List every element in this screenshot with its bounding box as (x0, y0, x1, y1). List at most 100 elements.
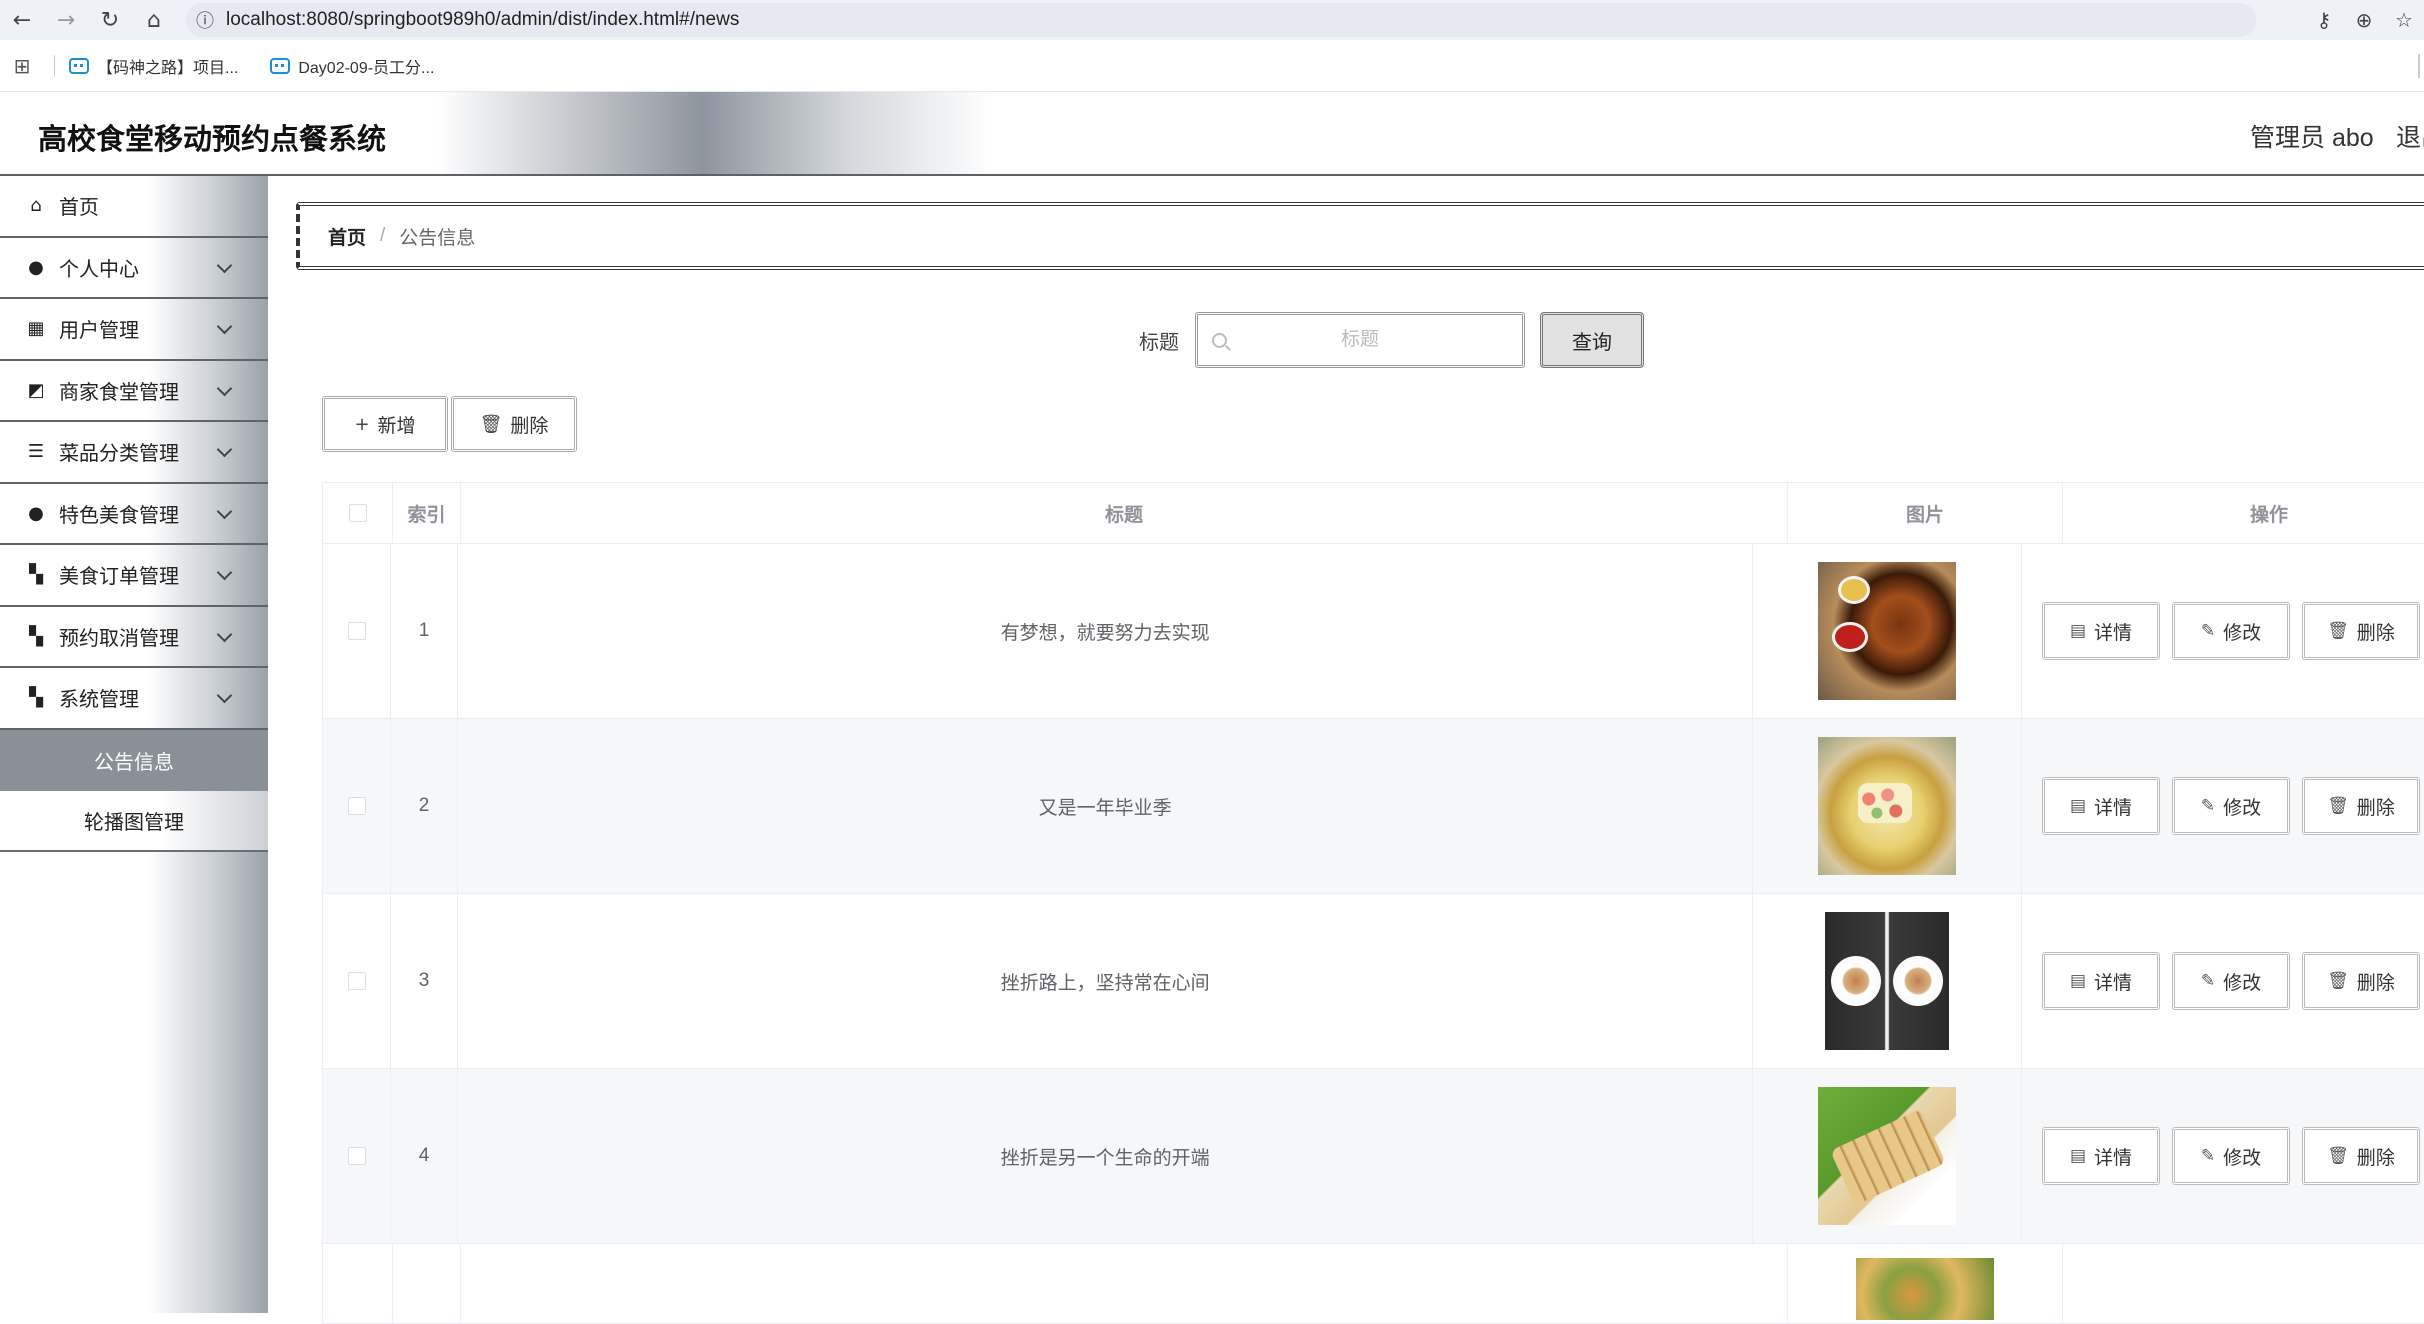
sidebar-item-label: 个人中心 (59, 258, 139, 281)
row-actions (2063, 1244, 2424, 1324)
plate-image (1831, 956, 1882, 1006)
sidebar-item-specialty-food[interactable]: ● 特色美食管理 (0, 484, 268, 545)
sidebar-item-reservation-cancel[interactable]: ▚ 预约取消管理 (0, 607, 268, 668)
row-checkbox[interactable] (347, 1147, 366, 1165)
site-info-icon[interactable]: ⓘ (196, 7, 226, 33)
browser-toolbar: ← → ↻ ⌂ ⓘ localhost:8080/springboot989h0… (0, 0, 2424, 40)
food-thumbnail[interactable] (1818, 562, 1957, 700)
edit-label: 修改 (2223, 1147, 2262, 1169)
row-checkbox[interactable] (347, 972, 366, 990)
bookmark-divider (54, 54, 55, 77)
sidebar-item-food-orders[interactable]: ▚ 美食订单管理 (0, 545, 268, 607)
row-index: 1 (391, 544, 458, 719)
back-arrow-icon[interactable]: ← (0, 0, 44, 40)
apps-grid-icon[interactable]: ⊞ (0, 54, 44, 78)
row-index: 3 (391, 894, 458, 1069)
reload-icon[interactable]: ↻ (88, 0, 132, 40)
sidebar-subitem-carousel[interactable]: 轮播图管理 (0, 790, 268, 852)
edit-button[interactable]: ✎ 修改 (2172, 1127, 2291, 1185)
home-icon[interactable]: ⌂ (132, 0, 176, 40)
apps-icon: ▚ (29, 625, 43, 647)
forward-arrow-icon[interactable]: → (44, 0, 88, 40)
row-checkbox-cell (323, 719, 392, 894)
row-actions: ▤ 详情 ✎ 修改 🗑 删除 (2022, 544, 2424, 719)
address-bar[interactable]: ⓘ localhost:8080/springboot989h0/admin/d… (186, 3, 2256, 37)
breadcrumb-home[interactable]: 首页 (328, 223, 366, 250)
edit-button[interactable]: ✎ 修改 (2172, 602, 2291, 660)
food-thumbnail[interactable] (1825, 912, 1950, 1050)
row-title (461, 1244, 1788, 1324)
edit-label: 修改 (2223, 972, 2262, 994)
search-label: 标题 (1139, 332, 1179, 354)
sidebar-item-profile[interactable]: ● 个人中心 (0, 238, 268, 299)
bookmark-item[interactable]: Day02-09-员工分... (270, 54, 434, 78)
select-all-checkbox[interactable] (348, 504, 367, 522)
search-field[interactable] (1195, 312, 1525, 368)
table-row: 1 有梦想，就要努力去实现 ▤ 详情 ✎ 修改 🗑 删除 (323, 544, 2424, 719)
document-icon: ▤ (2069, 971, 2087, 991)
sidebar-item-label: 系统管理 (59, 689, 139, 712)
delete-button[interactable]: 🗑 删除 (2302, 777, 2421, 835)
plus-icon: + (354, 413, 370, 435)
sidebar-item-label: 特色美食管理 (59, 504, 179, 527)
detail-button[interactable]: ▤ 详情 (2042, 777, 2161, 835)
edit-button[interactable]: ✎ 修改 (2172, 952, 2291, 1010)
bookmark-star-icon[interactable]: ☆ (2384, 0, 2424, 40)
sandwich-wrap (1830, 1108, 1947, 1206)
row-index: 4 (391, 1069, 458, 1244)
grid-icon: ▦ (27, 318, 45, 340)
batch-delete-button[interactable]: 🗑 删除 (451, 396, 577, 452)
logout-link[interactable]: 退出 (2396, 118, 2424, 154)
row-title: 又是一年毕业季 (457, 719, 1754, 894)
detail-button[interactable]: ▤ 详情 (2042, 602, 2161, 660)
food-thumbnail[interactable] (1818, 1087, 1957, 1225)
sidebar-item-canteens[interactable]: ◩ 商家食堂管理 (0, 361, 268, 422)
delete-button[interactable]: 🗑 删除 (2302, 602, 2421, 660)
sidebar-item-label: 首页 (59, 197, 99, 220)
detail-label: 详情 (2094, 972, 2133, 994)
food-thumbnail[interactable] (1818, 737, 1957, 875)
food-thumbnail[interactable] (1856, 1258, 1994, 1320)
password-key-icon[interactable]: ⚷ (2304, 0, 2344, 40)
table-row: 2 又是一年毕业季 ▤ 详情 ✎ 修改 🗑 删除 (323, 719, 2424, 894)
chevron-down-icon (216, 257, 233, 273)
bookmarks-bar: ⊞ 【码神之路】项目... Day02-09-员工分... (0, 40, 2424, 92)
row-actions: ▤ 详情 ✎ 修改 🗑 删除 (2022, 894, 2424, 1069)
trash-icon: 🗑 (2327, 1146, 2349, 1166)
sidebar-item-system[interactable]: ▚ 系统管理 (0, 668, 268, 730)
row-image-cell (1753, 1069, 2023, 1244)
url-text: localhost:8080/springboot989h0/admin/dis… (226, 9, 740, 30)
sidebar-item-dish-categories[interactable]: ☰ 菜品分类管理 (0, 422, 268, 484)
bookmark-item[interactable]: 【码神之路】项目... (69, 54, 238, 78)
edit-label: 修改 (2223, 797, 2262, 819)
column-header-index: 索引 (393, 483, 461, 544)
breadcrumb: 首页 / 公告信息 (296, 202, 2424, 270)
query-button[interactable]: 查询 (1540, 312, 1644, 368)
sidebar-subitem-announcements[interactable]: 公告信息 (0, 729, 268, 791)
delete-label: 删除 (2356, 797, 2395, 819)
sidebar-item-home[interactable]: ⌂ 首页 (0, 176, 268, 238)
edit-button[interactable]: ✎ 修改 (2172, 777, 2291, 835)
sidebar-item-users[interactable]: ▦ 用户管理 (0, 299, 268, 361)
breadcrumb-separator: / (380, 225, 386, 246)
delete-label: 删除 (2356, 972, 2395, 994)
row-checkbox-cell (323, 894, 392, 1069)
table-header-row: 索引 标题 图片 操作 (323, 483, 2424, 544)
row-image-cell (1753, 544, 2023, 719)
row-title: 挫折是另一个生命的开端 (457, 1069, 1754, 1244)
sidebar-item-label: 菜品分类管理 (59, 443, 179, 466)
search-input[interactable] (1198, 315, 1522, 365)
detail-button[interactable]: ▤ 详情 (2042, 952, 2161, 1010)
app-title: 高校食堂移动预约点餐系统 (38, 124, 387, 156)
bulb-icon: ● (28, 502, 44, 524)
detail-button[interactable]: ▤ 详情 (2042, 1127, 2161, 1185)
row-checkbox-cell (323, 544, 392, 719)
delete-button[interactable]: 🗑 删除 (2302, 952, 2421, 1010)
add-button[interactable]: + 新增 (322, 396, 448, 452)
zoom-icon[interactable]: ⊕ (2344, 0, 2384, 40)
delete-button[interactable]: 🗑 删除 (2302, 1127, 2421, 1185)
row-checkbox[interactable] (347, 622, 366, 640)
chevron-down-icon (216, 687, 233, 704)
row-checkbox[interactable] (347, 797, 366, 815)
column-header-title: 标题 (461, 483, 1788, 544)
